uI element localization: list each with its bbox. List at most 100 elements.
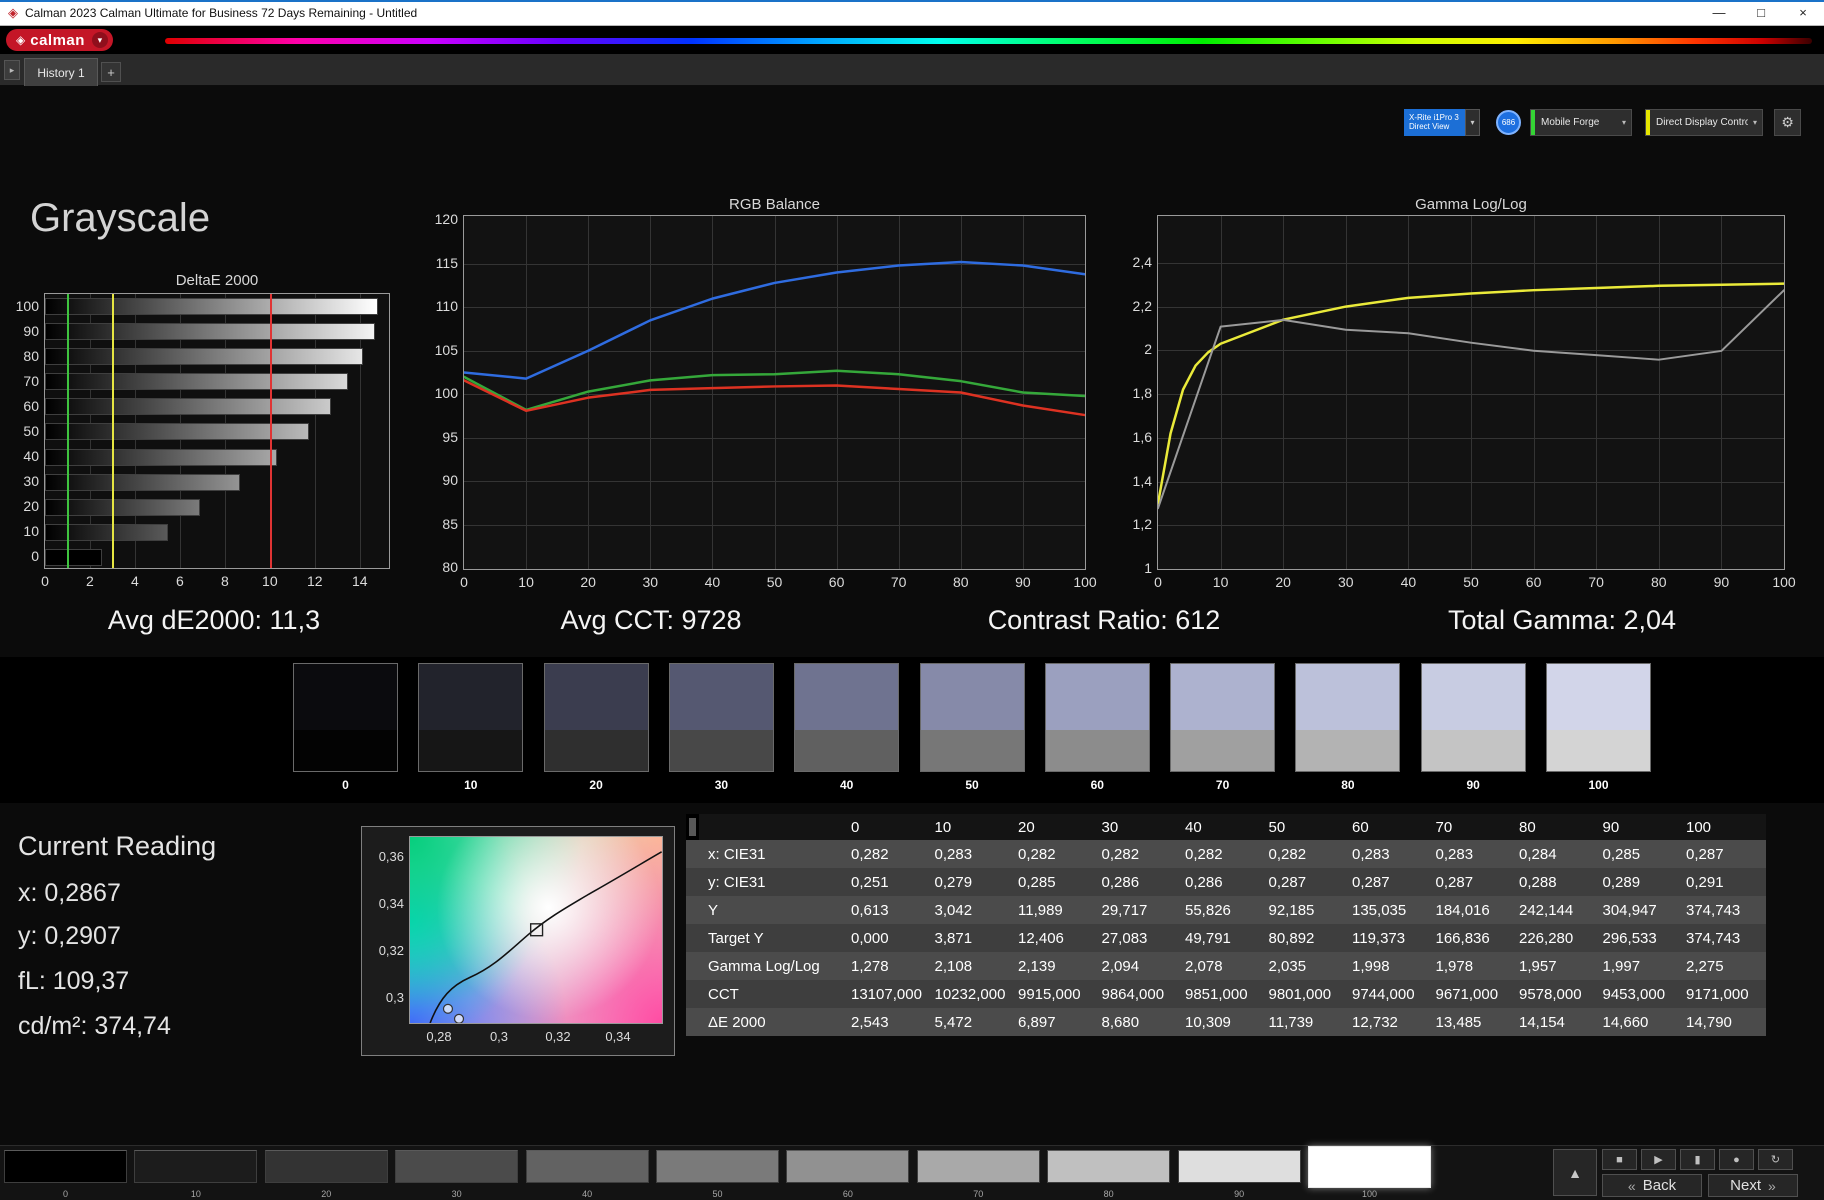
back-button[interactable]: « Back [1602,1174,1702,1197]
play-button[interactable]: ▶ [1641,1149,1676,1170]
patch-60[interactable] [786,1150,910,1183]
table-row: Target Y 0,000 3,871 12,406 27,083 49,791 80,8… [686,924,1766,952]
x-axis-tick-label: 40 [704,574,721,590]
y-axis-tick-label: 90 [23,322,39,339]
y-axis-tick-label: 120 [434,211,458,228]
table-cell: 1,998 [1352,957,1390,975]
maximize-button[interactable]: □ [1740,0,1782,25]
window-accent-line [0,0,1824,2]
add-tab-button[interactable]: + [101,62,121,82]
patch-0[interactable] [4,1150,127,1183]
y-axis-tick-label: 2,4 [1132,253,1152,270]
y-axis-tick-label: 10 [23,523,39,540]
gamma-chart-title: Gamma Log/Log [1415,196,1527,213]
next-button-label: Next [1730,1177,1762,1194]
swatch-actual-color [544,664,648,730]
bar-row [45,319,389,344]
swatch-target-color [795,730,899,771]
patch-label: 10 [190,1189,201,1199]
swatch-actual-color [669,664,773,730]
table-cell: 1,978 [1435,957,1474,975]
source-label: Mobile Forge [1541,117,1600,128]
report-button[interactable]: ▮ [1680,1149,1715,1170]
x-axis-tick-label: 50 [1463,574,1479,590]
table-cell: 0,287 [1686,845,1724,863]
gear-icon[interactable]: ⚙ [1774,109,1801,136]
x-axis-tick-label: 10 [518,574,534,590]
patch-50[interactable] [656,1150,779,1183]
x-axis-tick-label: 80 [953,574,969,590]
x-axis-tick-label: 50 [766,574,783,590]
x-axis-tick-label: 90 [1713,574,1730,590]
tab-history-1[interactable]: History 1 [24,58,98,86]
record-button[interactable]: ● [1719,1149,1754,1170]
source-dropdown[interactable]: Mobile Forge ▾ [1530,109,1632,136]
minimize-button[interactable]: — [1698,0,1740,25]
patch-30[interactable] [395,1150,519,1183]
x-axis-tick-label: 4 [131,573,139,589]
grayscale-bar [45,548,103,566]
x-axis-tick-label: 60 [828,574,845,590]
patch-bar: 0 10 20 30 40 50 60 70 80 90 100 [0,1145,1824,1200]
chevron-down-icon[interactable]: ▾ [91,32,108,48]
history-panel-toggle[interactable]: ▸ [4,60,20,80]
swatch-actual-color [1547,664,1650,730]
table-cell: 0,285 [1602,845,1641,863]
swatch-0: 0 [293,663,398,792]
patch-80[interactable] [1047,1150,1171,1183]
x-axis-tick-label: 70 [1588,574,1604,590]
patch-40[interactable] [525,1150,649,1183]
table-cell: 0,286 [1101,873,1140,891]
meter-dropdown[interactable]: X-Rite i1Pro 3 Direct View ▾ [1404,109,1480,136]
patch-70[interactable] [916,1150,1040,1183]
table-header-cell: 70 [1435,818,1453,836]
eject-button[interactable]: ▲ [1553,1149,1597,1196]
patch-90[interactable] [1177,1150,1301,1183]
calman-menu-button[interactable]: ◈ calman ▾ [6,29,113,51]
next-button[interactable]: Next » [1708,1174,1798,1197]
patch-label: 80 [1103,1189,1114,1199]
row-label: Gamma Log/Log [708,957,820,975]
app-icon: ◈ [8,4,18,20]
x-axis-tick-label: 0,3 [489,1029,509,1044]
stop-button[interactable]: ■ [1602,1149,1637,1170]
x-axis-tick-label: 100 [1073,574,1097,590]
y-axis-tick-label: 50 [23,423,39,439]
table-cell: 29,717 [1101,901,1148,919]
table-cell: 11,739 [1268,1013,1314,1031]
table-header-cell: 0 [851,818,860,836]
patch-100[interactable] [1308,1146,1431,1188]
y-axis-tick-label: 100 [434,385,458,402]
chevron-down-icon[interactable]: ▾ [1465,109,1480,136]
display-control-dropdown[interactable]: Direct Display Control ▾ [1645,109,1763,136]
swatch-30: 30 [668,663,774,792]
table-cell: 6,897 [1018,1013,1056,1031]
table-header-cell: 40 [1185,818,1202,836]
table-cell: 0,288 [1519,873,1557,891]
refresh-button[interactable]: ↻ [1758,1149,1793,1170]
patch-10[interactable] [134,1150,258,1183]
table-scrollbar[interactable] [686,814,699,840]
patch-label: 50 [712,1189,723,1199]
chevron-down-icon[interactable]: ▾ [1617,118,1631,127]
table-cell: 0,291 [1686,873,1724,891]
x-axis-tick-label: 0 [41,573,49,589]
x-axis-tick-label: 6 [175,573,184,589]
swatch-90: 90 [1420,663,1526,792]
close-button[interactable]: × [1782,0,1824,25]
y-axis-tick-label: 2,2 [1132,297,1152,314]
y-axis-tick-label: 2 [1144,341,1152,358]
table-cell: 0,286 [1185,873,1223,891]
table-cell: 119,373 [1352,929,1406,947]
grayscale-bar [45,298,378,315]
chevron-down-icon[interactable]: ▾ [1748,118,1762,127]
patch-label: 90 [1234,1189,1245,1199]
patch-20[interactable] [264,1150,388,1183]
y-axis-tick-label: 100 [15,297,39,314]
swatch-target-color [1171,730,1275,771]
bar-row [45,419,389,444]
table-cell: 13107,000 [851,985,922,1003]
table-cell: 2,035 [1268,957,1307,975]
table-cell: 166,836 [1435,929,1490,947]
patch-label: 20 [321,1189,332,1199]
